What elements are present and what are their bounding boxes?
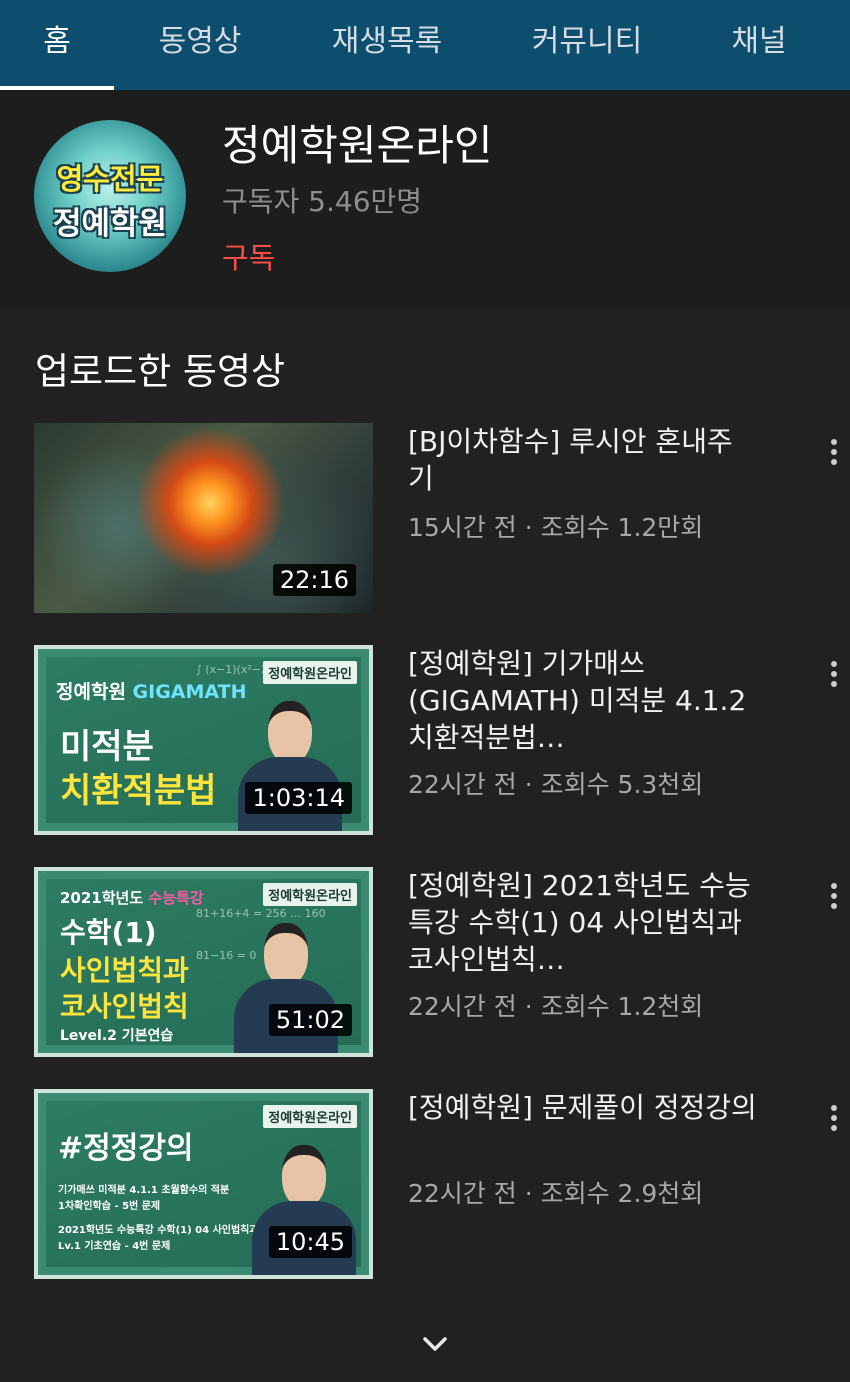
video-title[interactable]: [정예학원] 기가매쓰(GIGAMATH) 미적분 4.1.2 치환적분법…: [408, 645, 758, 756]
video-title[interactable]: [BJ이차함수] 루시안 혼내주기: [408, 423, 758, 497]
more-options-icon[interactable]: [826, 883, 842, 915]
thumbnail-text: 2021학년도 수능특강: [60, 889, 204, 907]
video-duration: 1:03:14: [245, 782, 352, 814]
chevron-down-icon[interactable]: [421, 1332, 449, 1356]
video-duration: 51:02: [268, 1004, 352, 1036]
tab-channel[interactable]: 채널: [714, 0, 804, 90]
video-item: 81+16+4 = 256 … 160 81−16 = 0 정예학원온라인 20…: [0, 867, 850, 1057]
video-item: 정예학원온라인 #정정강의 기가매쓰 미적분 4.1.1 초월함수의 적분 1차…: [0, 1089, 850, 1279]
video-meta: 22시간 전 · 조회수 5.3천회: [408, 770, 704, 799]
thumbnail-text: Lv.1 기초연습 - 4번 문제: [58, 1241, 171, 1252]
thumbnail-text: 사인법칙과: [60, 954, 189, 987]
tab-home[interactable]: 홈: [0, 0, 114, 90]
tab-community[interactable]: 커뮤니티: [510, 0, 664, 90]
channel-header: 영수전문 정예학원 정예학원온라인 구독자 5.46만명 구독: [0, 90, 850, 308]
video-meta: 22시간 전 · 조회수 2.9천회: [408, 1179, 704, 1208]
thumbnail-text: 정예학원 GIGAMATH: [56, 681, 247, 703]
avatar-text-line2: 정예학원: [52, 206, 168, 242]
chalk-writing: 81+16+4 = 256 … 160: [196, 907, 326, 920]
video-duration: 22:16: [272, 564, 356, 596]
video-meta: 15시간 전 · 조회수 1.2만회: [408, 513, 704, 542]
section-title: 업로드한 동영상: [35, 350, 286, 393]
thumbnail-text: 기가매쓰 미적분 4.1.1 초월함수의 적분: [58, 1185, 230, 1196]
video-item: ∫ (x−1)(x²−2x+5)⁴ dx 정예학원온라인 정예학원 GIGAMA…: [0, 645, 850, 835]
subscriber-count: 구독자 5.46만명: [222, 185, 423, 218]
more-options-icon[interactable]: [826, 661, 842, 693]
video-duration: 10:45: [268, 1226, 352, 1258]
thumbnail-channel-tag: 정예학원온라인: [263, 883, 357, 906]
channel-tab-bar: 홈 동영상 재생목록 커뮤니티 채널: [0, 0, 850, 90]
thumbnail-text: 코사인법칙: [60, 990, 189, 1023]
thumbnail-channel-tag: 정예학원온라인: [263, 661, 357, 684]
video-thumbnail[interactable]: ∫ (x−1)(x²−2x+5)⁴ dx 정예학원온라인 정예학원 GIGAMA…: [34, 645, 373, 835]
thumbnail-text: #정정강의: [58, 1131, 194, 1166]
more-options-icon[interactable]: [826, 1105, 842, 1137]
subscribe-button[interactable]: 구독: [222, 235, 275, 277]
video-title[interactable]: [정예학원] 2021학년도 수능특강 수학(1) 04 사인법칙과 코사인법칙…: [408, 867, 758, 978]
thumbnail-text: 치환적분법: [60, 771, 217, 811]
more-options-icon[interactable]: [826, 439, 842, 471]
video-meta: 22시간 전 · 조회수 1.2천회: [408, 992, 704, 1021]
thumbnail-text: 수학(1): [60, 916, 157, 949]
video-thumbnail[interactable]: 81+16+4 = 256 … 160 81−16 = 0 정예학원온라인 20…: [34, 867, 373, 1057]
channel-avatar[interactable]: 영수전문 정예학원: [34, 120, 186, 272]
video-thumbnail[interactable]: 정예학원온라인 #정정강의 기가매쓰 미적분 4.1.1 초월함수의 적분 1차…: [34, 1089, 373, 1279]
thumbnail-text: 미적분: [60, 727, 154, 767]
thumbnail-text: Level.2 기본연습: [60, 1028, 174, 1044]
video-title[interactable]: [정예학원] 문제풀이 정정강의: [408, 1089, 758, 1126]
video-thumbnail[interactable]: 22:16: [34, 423, 373, 613]
tab-videos[interactable]: 동영상: [140, 0, 260, 90]
thumbnail-text: 1차확인학습 - 5번 문제: [58, 1201, 161, 1212]
tab-playlists[interactable]: 재생목록: [312, 0, 462, 90]
video-item: 22:16 [BJ이차함수] 루시안 혼내주기 15시간 전 · 조회수 1.2…: [0, 423, 850, 613]
thumbnail-channel-tag: 정예학원온라인: [263, 1105, 357, 1128]
avatar-text-line1: 영수전문: [56, 162, 164, 196]
channel-name: 정예학원온라인: [222, 121, 493, 170]
